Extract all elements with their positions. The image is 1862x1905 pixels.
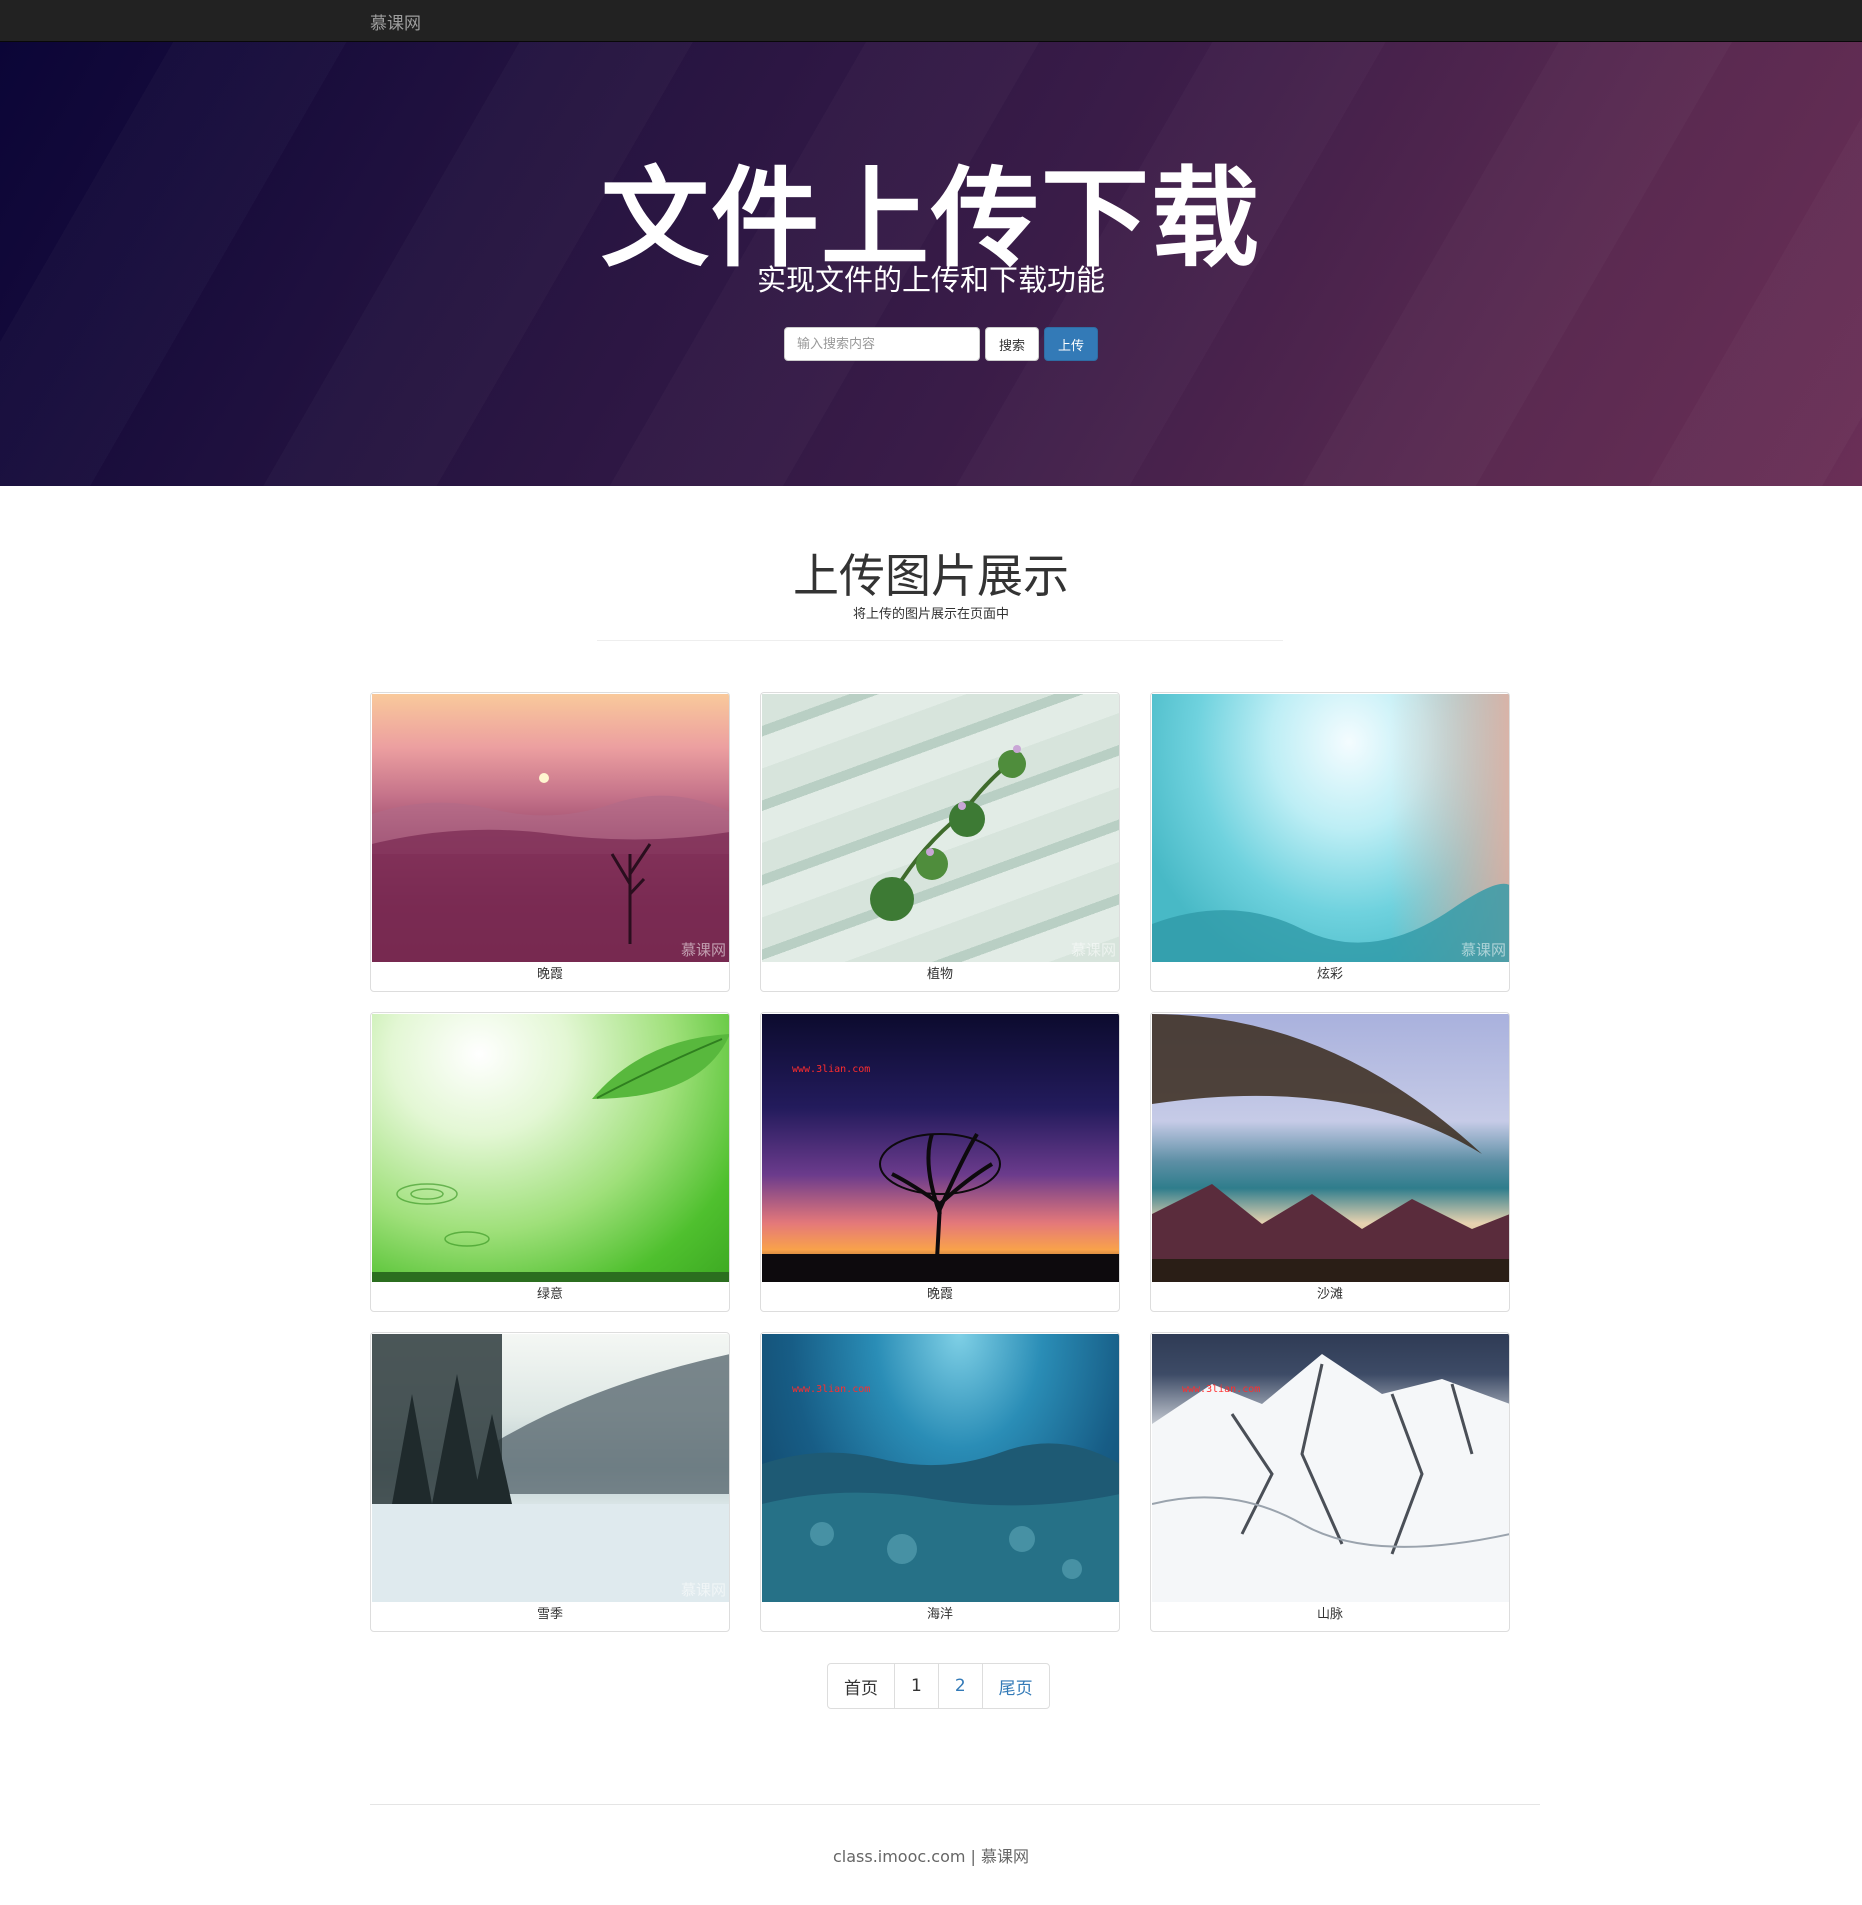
coral-reef-scene — [762, 1443, 1119, 1602]
gallery-caption: 绿意 — [536, 1287, 563, 1302]
search-button[interactable]: 搜索 — [985, 327, 1039, 361]
gallery-card-snow[interactable]: 慕课网 雪季 — [370, 1332, 730, 1632]
top-navbar: 慕课网 — [0, 0, 1862, 42]
gallery-caption: 晚霞 — [926, 1287, 953, 1302]
gallery-image[interactable] — [372, 1014, 729, 1282]
navbar-brand-link[interactable]: 慕课网 — [370, 9, 421, 34]
gallery-image[interactable]: 慕课网 — [372, 1334, 729, 1602]
watermark: www.3lian.com — [792, 1384, 871, 1395]
watermark: 慕课网 — [1070, 941, 1116, 959]
plant-scene — [870, 745, 1026, 921]
section-title: 上传图片展示 — [793, 549, 1069, 603]
gallery-card-ocean[interactable]: www.3lian.com 海洋 — [760, 1332, 1120, 1632]
gallery-card-sunset[interactable]: 慕课网 晚霞 — [370, 692, 730, 992]
pagination-first[interactable]: 首页 — [828, 1664, 894, 1708]
gallery-card-dusk[interactable]: www.3lian.com 晚霞 — [760, 1012, 1120, 1312]
search-form: 搜索 上传 — [784, 327, 1098, 361]
footer-divider — [370, 1804, 1540, 1805]
gallery-card-mountain[interactable]: www.3lian.com 山脉 — [1150, 1332, 1510, 1632]
gallery-caption: 山脉 — [1316, 1607, 1343, 1622]
gallery-image[interactable]: www.3lian.com — [1152, 1334, 1509, 1602]
watermark: www.3lian.com — [792, 1064, 871, 1075]
tree-silhouette — [762, 1132, 1119, 1282]
gallery-image[interactable]: www.3lian.com — [762, 1014, 1119, 1282]
gallery-card-colorful[interactable]: 慕课网 炫彩 — [1150, 692, 1510, 992]
gallery-image[interactable]: 慕课网 — [1152, 694, 1509, 962]
pagination-page-2[interactable]: 2 — [937, 1664, 982, 1708]
gallery-image[interactable]: 慕课网 — [762, 694, 1119, 962]
watermark: 慕课网 — [680, 1581, 726, 1599]
pagination-page-1[interactable]: 1 — [894, 1664, 938, 1708]
gallery-card-plant[interactable]: 慕课网 植物 — [760, 692, 1120, 992]
pagination-last[interactable]: 尾页 — [981, 1664, 1049, 1708]
gallery-card-beach[interactable]: 沙滩 — [1150, 1012, 1510, 1312]
gallery-image[interactable]: 慕课网 — [372, 694, 729, 962]
pagination: 首页 1 2 尾页 — [827, 1663, 1050, 1709]
gallery-caption: 海洋 — [926, 1607, 953, 1622]
gallery-caption: 晚霞 — [536, 967, 563, 982]
gallery-caption: 沙滩 — [1316, 1287, 1343, 1302]
upload-button[interactable]: 上传 — [1044, 327, 1098, 361]
footer-text: class.imooc.com | 慕课网 — [832, 1847, 1030, 1866]
gallery-caption: 植物 — [926, 967, 953, 982]
silk-wave — [1152, 884, 1509, 962]
gallery-caption: 炫彩 — [1316, 967, 1343, 982]
palm-beach-scene — [1152, 1014, 1509, 1282]
section-divider — [597, 640, 1283, 641]
gallery-image[interactable] — [1152, 1014, 1509, 1282]
hero-banner: 文件上传下载 实现文件的上传和下载功能 搜索 上传 — [0, 42, 1862, 486]
sunset-scene — [372, 773, 729, 962]
hero-subtitle: 实现文件的上传和下载功能 — [756, 263, 1105, 297]
watermark: 慕课网 — [1460, 941, 1506, 959]
snowy-forest-scene — [372, 1334, 729, 1602]
gallery-card-green[interactable]: 绿意 — [370, 1012, 730, 1312]
search-input[interactable] — [784, 327, 980, 361]
snow-mountain-scene — [1152, 1354, 1509, 1602]
watermark: 慕课网 — [680, 941, 726, 959]
leaf-water-scene — [372, 1034, 729, 1282]
gallery-image[interactable]: www.3lian.com — [762, 1334, 1119, 1602]
section-subtitle: 将上传的图片展示在页面中 — [852, 607, 1009, 622]
gallery-caption: 雪季 — [536, 1607, 563, 1622]
watermark: www.3lian.com — [1182, 1384, 1261, 1395]
